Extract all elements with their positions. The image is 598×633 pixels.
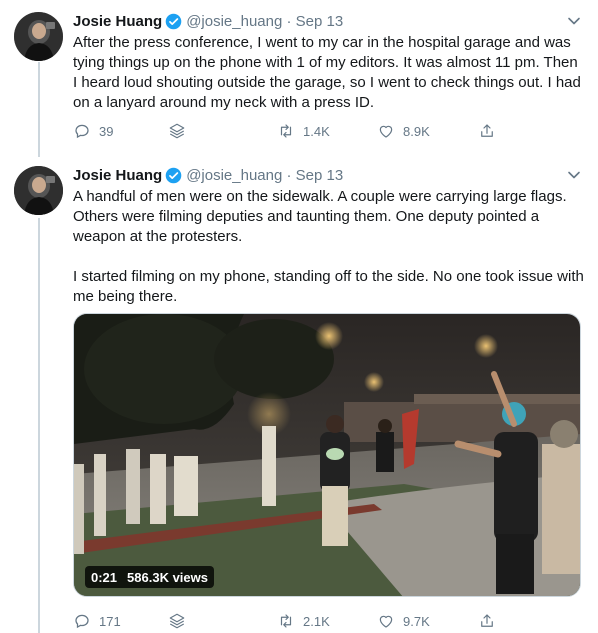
verified-badge-icon [165,13,182,30]
tweet-1[interactable]: Josie Huang @josie_huang · Sep 13 After … [0,0,598,158]
reply-icon [75,614,89,629]
stack-icon [169,123,185,139]
reply-icon [75,124,89,139]
reply-count: 171 [99,613,121,629]
retweet-button[interactable]: 1.4K [277,122,330,140]
thread-line [38,218,40,633]
handle[interactable]: @josie_huang [186,13,282,30]
avatar[interactable] [14,12,63,61]
tweet-paragraph: I started filming on my phone, standing … [73,268,584,305]
share-button[interactable] [478,122,504,140]
like-icon [379,615,393,628]
chevron-down-icon[interactable] [566,167,582,183]
reply-button[interactable]: 171 [73,612,121,630]
chevron-down-icon[interactable] [566,13,582,29]
timestamp[interactable]: Sep 13 [296,167,344,184]
display-name[interactable]: Josie Huang [73,167,162,184]
like-button[interactable]: 8.9K [377,122,430,140]
reply-count: 39 [99,123,114,139]
tweet-text: After the press conference, I went to my… [73,33,585,113]
share-icon [481,124,493,137]
separator: · [282,12,296,30]
tweet-header: Josie Huang @josie_huang · Sep 13 [73,10,343,32]
like-button[interactable]: 9.7K [377,612,430,630]
video-views: 586.3K views [127,569,208,585]
display-name[interactable]: Josie Huang [73,13,162,30]
handle[interactable]: @josie_huang [186,167,282,184]
video-info-badge: 0:21 586.3K views [85,566,214,588]
like-count: 8.9K [403,123,430,139]
tweet-paragraph: A handful of men were on the sidewalk. A… [73,188,567,245]
timestamp[interactable]: Sep 13 [296,13,344,30]
tweet-text: A handful of men were on the sidewalk. A… [73,187,585,307]
like-count: 9.7K [403,613,430,629]
video-frame [74,314,580,596]
separator: · [282,166,296,184]
retweet-button[interactable]: 2.1K [277,612,330,630]
stack-button[interactable] [168,612,194,630]
video-player[interactable]: 0:21 586.3K views [73,313,581,597]
retweet-icon [280,614,292,628]
reply-button[interactable]: 39 [73,122,113,140]
share-icon [481,614,493,627]
retweet-icon [280,124,292,138]
tweet-actions: 39 1.4K 8.9K [73,122,513,142]
verified-badge-icon [165,167,182,184]
like-icon [379,125,393,138]
stack-icon [169,613,185,629]
tweet-actions: 171 2.1K 9.7K [73,612,513,632]
tweet-header: Josie Huang @josie_huang · Sep 13 [73,164,343,186]
tweet-text-body: After the press conference, I went to my… [73,34,581,111]
share-button[interactable] [478,612,504,630]
retweet-count: 1.4K [303,123,330,139]
video-duration: 0:21 [91,569,118,585]
retweet-count: 2.1K [303,613,330,629]
stack-button[interactable] [168,122,194,140]
avatar[interactable] [14,166,63,215]
